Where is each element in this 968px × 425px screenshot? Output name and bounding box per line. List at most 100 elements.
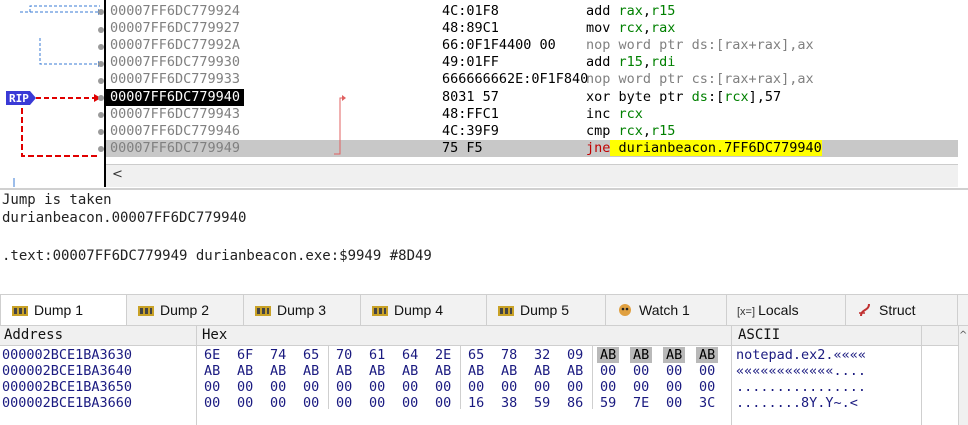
hex-byte[interactable]: 00 [369, 379, 385, 395]
hex-byte[interactable]: 64 [402, 347, 418, 363]
hex-byte[interactable]: AB [630, 347, 653, 363]
hex-byte[interactable]: 59 [600, 395, 616, 411]
disasm-row[interactable]: 00007FF6DC779924 4C:01F8 add rax,r15 [106, 3, 958, 20]
hex-byte[interactable]: AB [501, 363, 517, 379]
hex-byte[interactable]: 00 [699, 379, 715, 395]
instruction-bytes: 48:FFC1 [442, 106, 499, 122]
tab-dump-2[interactable]: Dump 2 [127, 295, 244, 325]
scroll-left-icon[interactable]: < [112, 167, 123, 182]
hex-byte[interactable]: 32 [534, 347, 550, 363]
hex-byte[interactable]: 00 [237, 379, 253, 395]
tab-label: Watch 1 [639, 302, 690, 318]
hex-byte[interactable]: 2E [435, 347, 451, 363]
disasm-row[interactable]: 00007FF6DC77992A 66:0F1F4400 00 nop word p… [106, 37, 958, 54]
hex-byte[interactable]: 3C [699, 395, 715, 411]
dump-row[interactable]: 000002BCE1BA3630 6E 6F 74 65 70 61 64 2E 65 78 32 09… [0, 347, 958, 363]
hex-byte[interactable]: 00 [204, 379, 220, 395]
hex-byte[interactable]: AB [402, 363, 418, 379]
hex-byte[interactable]: AB [435, 363, 451, 379]
dump-row[interactable]: 000002BCE1BA3640 AB AB AB AB AB AB AB AB AB AB AB AB… [0, 363, 958, 379]
tab-dump-5[interactable]: Dump 5 [487, 295, 606, 325]
hex-byte[interactable]: 00 [369, 395, 385, 411]
hex-byte[interactable]: 00 [600, 379, 616, 395]
hex-byte[interactable]: 78 [501, 347, 517, 363]
hex-byte[interactable]: AB [663, 347, 686, 363]
hex-byte[interactable]: 00 [303, 395, 319, 411]
hex-byte[interactable]: AB [468, 363, 484, 379]
hex-byte[interactable]: 00 [666, 363, 682, 379]
disasm-row[interactable]: 00007FF6DC779949 75 F5 jne durianbeacon.7F… [106, 140, 958, 157]
hex-byte[interactable]: 00 [534, 379, 550, 395]
hex-byte[interactable]: AB [303, 363, 319, 379]
hex-byte[interactable]: 38 [501, 395, 517, 411]
hex-byte[interactable]: AB [696, 347, 719, 363]
disasm-row[interactable]: 00007FF6DC779927 48:89C1 mov rcx,rax [106, 20, 958, 37]
hex-byte[interactable]: 00 [336, 379, 352, 395]
instruction-text: nop word ptr cs:[rax+rax],ax [586, 71, 814, 87]
dump-row[interactable]: 000002BCE1BA3660 00 00 00 00 00 00 00 00 16 38 59 86… [0, 395, 958, 411]
tab-watch-1[interactable]: Watch 1 [606, 295, 727, 325]
hex-byte[interactable]: 00 [699, 363, 715, 379]
hex-byte[interactable]: AB [336, 363, 352, 379]
hex-byte[interactable]: 16 [468, 395, 484, 411]
hex-byte[interactable]: 00 [435, 379, 451, 395]
hex-byte[interactable]: 6F [237, 347, 253, 363]
dump-vertical-scrollbar[interactable]: ^ [958, 326, 968, 425]
hex-byte[interactable]: 00 [270, 379, 286, 395]
ascii-text: ........8Y.Y~.< [736, 395, 858, 411]
horizontal-scrollbar[interactable]: < [106, 164, 958, 187]
jump-target: durianbeacon.00007FF6DC779940 [2, 210, 247, 226]
hex-byte[interactable]: 65 [468, 347, 484, 363]
hex-byte[interactable]: 59 [534, 395, 550, 411]
hex-byte[interactable]: 70 [336, 347, 352, 363]
hex-byte[interactable]: 61 [369, 347, 385, 363]
tab-struct[interactable]: Struct [846, 295, 958, 325]
instruction-bytes: 75 F5 [442, 140, 483, 156]
hex-byte[interactable]: 00 [666, 395, 682, 411]
disasm-row[interactable]: 00007FF6DC779946 4C:39F9 cmp rcx,r15 [106, 123, 958, 140]
dump-row[interactable]: 000002BCE1BA3650 00 00 00 00 00 00 00 00 00 00 00 00… [0, 379, 958, 395]
hex-byte[interactable]: 00 [468, 379, 484, 395]
tab-dump-3[interactable]: Dump 3 [244, 295, 361, 325]
disassembly-view[interactable]: RIP 00007FF6DC779924 4C:01F8 add rax,r15 00… [0, 0, 958, 187]
hex-byte[interactable]: AB [369, 363, 385, 379]
hex-byte[interactable]: 00 [336, 395, 352, 411]
instruction-bytes: 8031 57 [442, 89, 499, 105]
hex-byte[interactable]: 7E [633, 395, 649, 411]
hex-byte[interactable]: 00 [270, 395, 286, 411]
hex-byte[interactable]: 00 [435, 395, 451, 411]
disasm-row[interactable]: 00007FF6DC779940 8031 57 xor byte ptr ds:[… [106, 89, 958, 106]
tab-dump-1[interactable]: Dump 1 [0, 295, 127, 325]
tab-locals[interactable]: [x=] Locals [727, 295, 846, 325]
hex-byte[interactable]: 00 [204, 395, 220, 411]
hex-byte[interactable]: AB [567, 363, 583, 379]
hex-byte[interactable]: 65 [303, 347, 319, 363]
hex-byte[interactable]: 00 [402, 379, 418, 395]
hex-byte[interactable]: 00 [237, 395, 253, 411]
hex-byte[interactable]: 00 [633, 379, 649, 395]
hex-byte[interactable]: 00 [501, 379, 517, 395]
hex-byte[interactable]: 00 [402, 395, 418, 411]
hex-byte[interactable]: 00 [633, 363, 649, 379]
rip-badge: RIP [6, 91, 36, 105]
hex-byte[interactable]: 00 [303, 379, 319, 395]
disasm-row[interactable]: 00007FF6DC779930 49:01FF add r15,rdi [106, 54, 958, 71]
hex-byte[interactable]: AB [534, 363, 550, 379]
instruction-address: 00007FF6DC779940 [106, 89, 245, 106]
hex-byte[interactable]: 00 [600, 363, 616, 379]
hex-byte[interactable]: 86 [567, 395, 583, 411]
hex-byte[interactable]: 74 [270, 347, 286, 363]
hex-byte[interactable]: 00 [666, 379, 682, 395]
hex-byte[interactable]: AB [237, 363, 253, 379]
hex-byte[interactable]: 6E [204, 347, 220, 363]
hex-byte[interactable]: AB [270, 363, 286, 379]
disasm-row[interactable]: 00007FF6DC779943 48:FFC1 inc rcx [106, 106, 958, 123]
hex-byte[interactable]: 00 [567, 379, 583, 395]
hex-byte[interactable]: 09 [567, 347, 583, 363]
hex-byte[interactable]: AB [597, 347, 620, 363]
tab-dump-4[interactable]: Dump 4 [361, 295, 487, 325]
scroll-up-icon[interactable]: ^ [959, 330, 967, 341]
disasm-row[interactable]: 00007FF6DC779933 666666662E:0F1F840 nop wo… [106, 71, 958, 88]
hex-dump-view[interactable]: Address Hex ASCII 000002BCE1BA3630 6E 6F 74… [0, 326, 968, 425]
hex-byte[interactable]: AB [204, 363, 220, 379]
